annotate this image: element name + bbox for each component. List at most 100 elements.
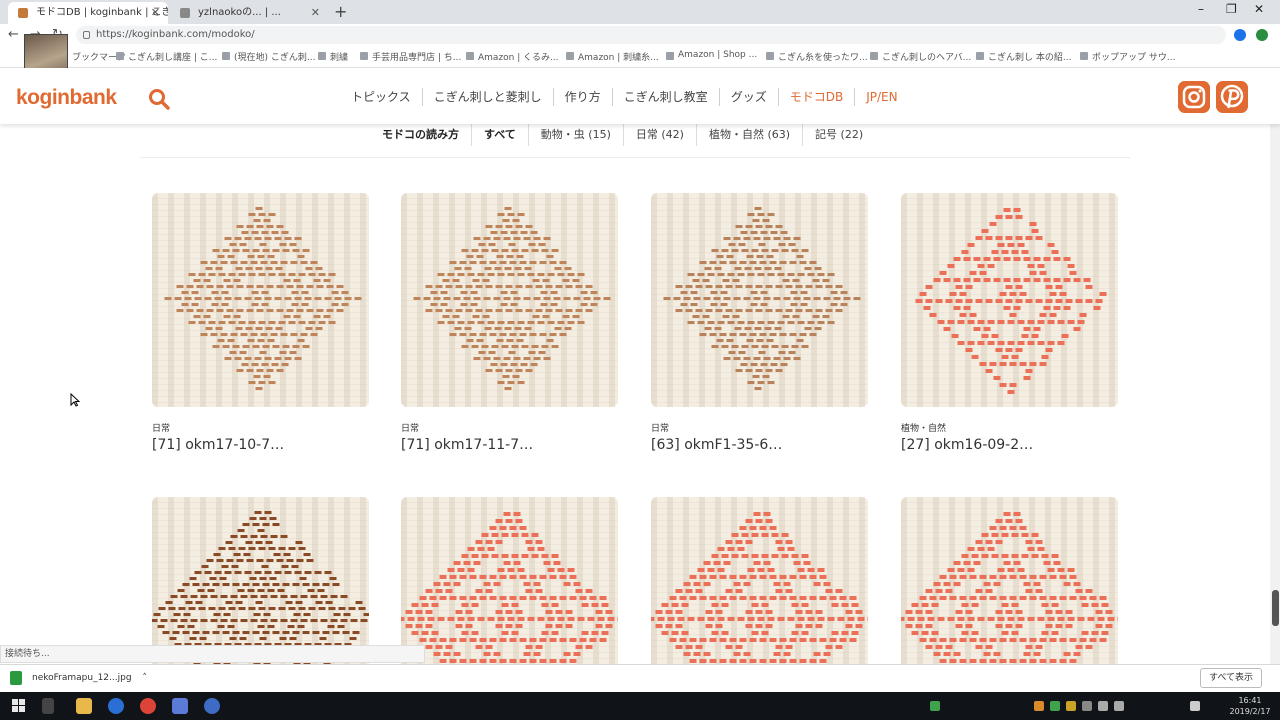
bookmark-item[interactable]: (現在地) こぎん刺...: [222, 50, 315, 63]
close-tab-icon[interactable]: ✕: [151, 2, 160, 24]
pattern-thumbnail[interactable]: [651, 497, 868, 667]
pattern-thumbnail[interactable]: [651, 193, 868, 407]
new-tab-button[interactable]: +: [334, 2, 347, 21]
windows-taskbar: 16:41 2019/2/17: [0, 692, 1280, 720]
filter-plants-nature[interactable]: 植物・自然 (63): [695, 124, 802, 146]
back-arrow-icon[interactable]: ←: [8, 27, 19, 42]
bookmark-item[interactable]: Amazon | 刺繍糸...: [566, 50, 659, 63]
windows-start-icon[interactable]: [12, 699, 26, 713]
page-scrollbar[interactable]: [1270, 124, 1280, 670]
bookmark-item[interactable]: こぎん刺しのヘアバ...: [870, 50, 971, 63]
main-nav: トピックス こぎん刺しと菱刺し 作り方 こぎん刺し教室 グッズ モドコDB JP…: [340, 88, 909, 106]
notification-icon[interactable]: [1190, 701, 1200, 711]
divider: [140, 157, 1130, 158]
network-icon[interactable]: [1114, 701, 1124, 711]
kogin-motif-image: [651, 512, 868, 667]
scrollbar-thumb[interactable]: [1272, 590, 1279, 626]
download-shelf: nekoFramapu_12...jpg ˄ すべて表示: [0, 664, 1280, 692]
browser-tab-label: モドコDB | koginbank | こぎん刺し: [36, 7, 168, 18]
nav-language[interactable]: JP/EN: [854, 88, 908, 106]
bookmark-item[interactable]: こぎん糸を使ったワ...: [766, 50, 868, 63]
filter-how-to-read[interactable]: モドコの読み方: [370, 124, 471, 146]
pattern-thumbnail[interactable]: [152, 497, 369, 667]
card-title[interactable]: [71] okm17-11-7…: [401, 437, 533, 453]
filter-all[interactable]: すべて: [471, 124, 528, 146]
download-item[interactable]: nekoFramapu_12...jpg ˄: [10, 670, 147, 686]
extension-icon[interactable]: [1234, 29, 1246, 41]
nav-modoko-db[interactable]: モドコDB: [777, 88, 854, 106]
nav-classes[interactable]: こぎん刺し教室: [611, 88, 719, 106]
instagram-icon[interactable]: [1178, 81, 1210, 113]
card-category: 日常: [401, 424, 420, 434]
card-category: 植物・自然: [901, 424, 947, 434]
bookmark-item[interactable]: 刺繍: [318, 50, 348, 63]
show-all-downloads-button[interactable]: すべて表示: [1200, 668, 1263, 688]
nav-topics[interactable]: トピックス: [340, 88, 422, 106]
kogin-motif-image: [915, 208, 1107, 394]
kogin-motif-image: [901, 512, 1118, 667]
mouse-cursor-icon: [70, 393, 80, 407]
koginbank-favicon-icon: [18, 8, 28, 18]
volume-icon[interactable]: [1098, 701, 1108, 711]
nav-goods[interactable]: グッズ: [718, 88, 778, 106]
bookmarks-bar: ブックマーク こぎん刺し講座 | こ... (現在地) こぎん刺... 刺繍 手…: [0, 46, 1280, 68]
status-bubble: 接続待ち...: [0, 645, 425, 663]
category-filter-bar: モドコの読み方 すべて 動物・虫 (15) 日常 (42) 植物・自然 (63)…: [370, 124, 875, 146]
bookmark-item[interactable]: ポップアップ サウ...: [1080, 50, 1175, 63]
profile-avatar-icon[interactable]: [1256, 29, 1268, 41]
pattern-thumbnail[interactable]: [401, 497, 618, 667]
app-icon[interactable]: [172, 698, 188, 714]
browser-tab-label: yzlnaokoの... | ...: [198, 7, 281, 18]
browser-tab-inactive[interactable]: yzlnaokoの... | ... ✕: [170, 2, 328, 24]
maximize-button[interactable]: ❐: [1226, 2, 1237, 16]
address-bar-row: ← → ↻ https://koginbank.com/modoko/: [0, 24, 1280, 46]
close-tab-icon[interactable]: ✕: [311, 2, 320, 24]
app-icon[interactable]: [204, 698, 220, 714]
kogin-motif-image: [401, 512, 618, 667]
bookmark-item[interactable]: Amazon | Shop ...: [666, 50, 757, 60]
filter-symbols[interactable]: 記号 (22): [802, 124, 875, 146]
site-logo[interactable]: koginbank: [16, 86, 117, 110]
card-title[interactable]: [63] okmF1-35-6…: [651, 437, 782, 453]
card-title[interactable]: [27] okm16-09-2…: [901, 437, 1033, 453]
filter-daily-life[interactable]: 日常 (42): [622, 124, 696, 146]
bookmark-item[interactable]: 手芸用品専門店 | ち...: [360, 50, 461, 63]
close-window-button[interactable]: ✕: [1254, 2, 1264, 16]
tray-icon[interactable]: [1050, 701, 1060, 711]
kogin-motif-image: [663, 207, 861, 390]
card-title[interactable]: [71] okm17-10-7…: [152, 437, 284, 453]
card-category: 日常: [651, 424, 670, 434]
minimize-button[interactable]: –: [1198, 2, 1204, 16]
tray-icon[interactable]: [1082, 701, 1092, 711]
pattern-thumbnail[interactable]: [401, 193, 618, 407]
filter-animals-insects[interactable]: 動物・虫 (15): [527, 124, 623, 146]
bookmark-item[interactable]: こぎん刺し 本の紹...: [976, 50, 1071, 63]
chrome-browser-icon[interactable]: [140, 698, 156, 714]
taskbar-clock[interactable]: 16:41 2019/2/17: [1228, 695, 1272, 717]
download-filename: nekoFramapu_12...jpg: [32, 673, 132, 683]
search-icon[interactable]: [148, 88, 170, 110]
task-view-icon[interactable]: [42, 698, 54, 714]
site-header: koginbank トピックス こぎん刺しと菱刺し 作り方 こぎん刺し教室 グッ…: [0, 68, 1280, 124]
edge-browser-icon[interactable]: [108, 698, 124, 714]
tray-icon[interactable]: [1034, 701, 1044, 711]
kogin-motif-image: [152, 511, 369, 664]
card-category: 日常: [152, 424, 171, 434]
url-field[interactable]: https://koginbank.com/modoko/: [76, 26, 1226, 44]
clock-time: 16:41: [1238, 696, 1262, 705]
file-explorer-icon[interactable]: [76, 698, 92, 714]
pattern-thumbnail[interactable]: [152, 193, 369, 407]
nav-kogin-hishizashi[interactable]: こぎん刺しと菱刺し: [421, 88, 553, 106]
pattern-thumbnail[interactable]: [901, 193, 1118, 407]
bookmark-item[interactable]: こぎん刺し講座 | こ...: [116, 50, 217, 63]
chevron-up-icon[interactable]: ˄: [142, 673, 147, 683]
tray-icon[interactable]: [930, 701, 940, 711]
nav-howto[interactable]: 作り方: [552, 88, 612, 106]
url-text: https://koginbank.com/modoko/: [96, 29, 255, 40]
tray-icon[interactable]: [1066, 701, 1076, 711]
pattern-thumbnail[interactable]: [901, 497, 1118, 667]
browser-tab-active[interactable]: モドコDB | koginbank | こぎん刺し ✕: [8, 2, 168, 24]
bookmark-item[interactable]: Amazon | くるみ...: [466, 50, 559, 63]
lock-icon: [83, 31, 90, 39]
pinterest-icon[interactable]: [1216, 81, 1248, 113]
